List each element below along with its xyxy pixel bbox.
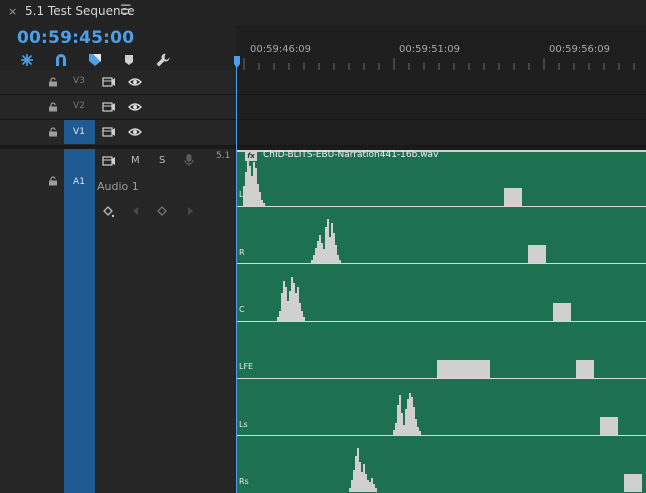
channel-separator xyxy=(237,435,646,436)
channel-separator xyxy=(237,378,646,379)
channel-label-lfe: LFE xyxy=(239,362,254,371)
toggle-sync-lock-icon[interactable] xyxy=(102,102,116,112)
channel-separator xyxy=(237,206,646,207)
add-remove-keyframe-icon[interactable] xyxy=(102,205,116,219)
track-label-v1[interactable]: V1 xyxy=(64,127,94,137)
playhead-handle[interactable] xyxy=(234,56,240,68)
channel-label-c: C xyxy=(239,305,245,314)
channel-separator xyxy=(237,263,646,264)
panel-tab-bar: × 5.1 Test Sequence ☰ xyxy=(0,0,646,25)
lock-icon[interactable] xyxy=(48,176,58,186)
snap-icon[interactable] xyxy=(19,52,35,68)
toggle-track-output-eye-icon[interactable] xyxy=(128,102,142,112)
add-marker-icon[interactable] xyxy=(87,52,103,68)
channel-separator xyxy=(237,321,646,322)
panel-menu-icon[interactable]: ☰ xyxy=(120,3,132,18)
track-header-v3: V3 xyxy=(0,70,236,95)
ruler-ticks xyxy=(243,58,635,70)
audio-track-name[interactable]: Audio 1 xyxy=(97,180,139,193)
track-header-a1: A1 M S 5.1 xyxy=(0,149,236,493)
voice-over-record-icon[interactable] xyxy=(183,153,195,167)
channel-label-l: L xyxy=(239,190,244,199)
keyframe-icon[interactable] xyxy=(157,206,167,216)
toggle-sync-lock-icon[interactable] xyxy=(102,156,116,166)
track-label-v2[interactable]: V2 xyxy=(64,101,94,111)
playhead-line[interactable] xyxy=(236,66,237,493)
toggle-track-output-eye-icon[interactable] xyxy=(128,77,142,87)
track-target-highlight xyxy=(64,149,95,493)
playhead-timecode[interactable]: 00:59:45:00 xyxy=(17,28,134,48)
mute-track-button[interactable]: M xyxy=(131,155,140,166)
channel-label-r: R xyxy=(239,248,245,257)
track-header-v1: V1 xyxy=(0,120,236,146)
timeline-toolbar xyxy=(0,50,236,70)
sequence-tab-title[interactable]: 5.1 Test Sequence xyxy=(25,4,135,18)
channel-label-ls: Ls xyxy=(239,420,248,429)
lock-icon[interactable] xyxy=(48,102,58,112)
audio-clip[interactable]: fx ChID-BLITS-EBU-Narration441-16b.wav L… xyxy=(237,150,646,493)
track-header-v2: V2 xyxy=(0,95,236,120)
marker-icon[interactable] xyxy=(121,52,137,68)
toggle-sync-lock-icon[interactable] xyxy=(102,77,116,87)
toggle-track-output-eye-icon[interactable] xyxy=(128,127,142,137)
next-keyframe-icon[interactable] xyxy=(185,206,195,216)
track-lane-v3[interactable] xyxy=(236,70,646,95)
previous-keyframe-icon[interactable] xyxy=(131,206,141,216)
channel-label-rs: Rs xyxy=(239,477,249,486)
solo-track-button[interactable]: S xyxy=(159,155,165,166)
wrench-icon[interactable] xyxy=(155,52,171,68)
track-label-v3[interactable]: V3 xyxy=(64,76,94,86)
track-label-a1[interactable]: A1 xyxy=(64,177,94,187)
linked-selection-icon[interactable] xyxy=(53,52,69,68)
lock-icon[interactable] xyxy=(48,127,58,137)
toggle-sync-lock-icon[interactable] xyxy=(102,127,116,137)
time-ruler[interactable]: 00:59:46:09 00:59:51:09 00:59:56:09 xyxy=(236,25,646,70)
close-tab-icon[interactable]: × xyxy=(8,5,17,18)
channel-format-badge: 5.1 xyxy=(216,151,231,161)
timeline-panel: × 5.1 Test Sequence ☰ 00:59:45:00 00:59:… xyxy=(0,0,646,493)
track-lane-v1[interactable] xyxy=(236,120,646,146)
track-lane-v2[interactable] xyxy=(236,95,646,120)
lock-icon[interactable] xyxy=(48,77,58,87)
